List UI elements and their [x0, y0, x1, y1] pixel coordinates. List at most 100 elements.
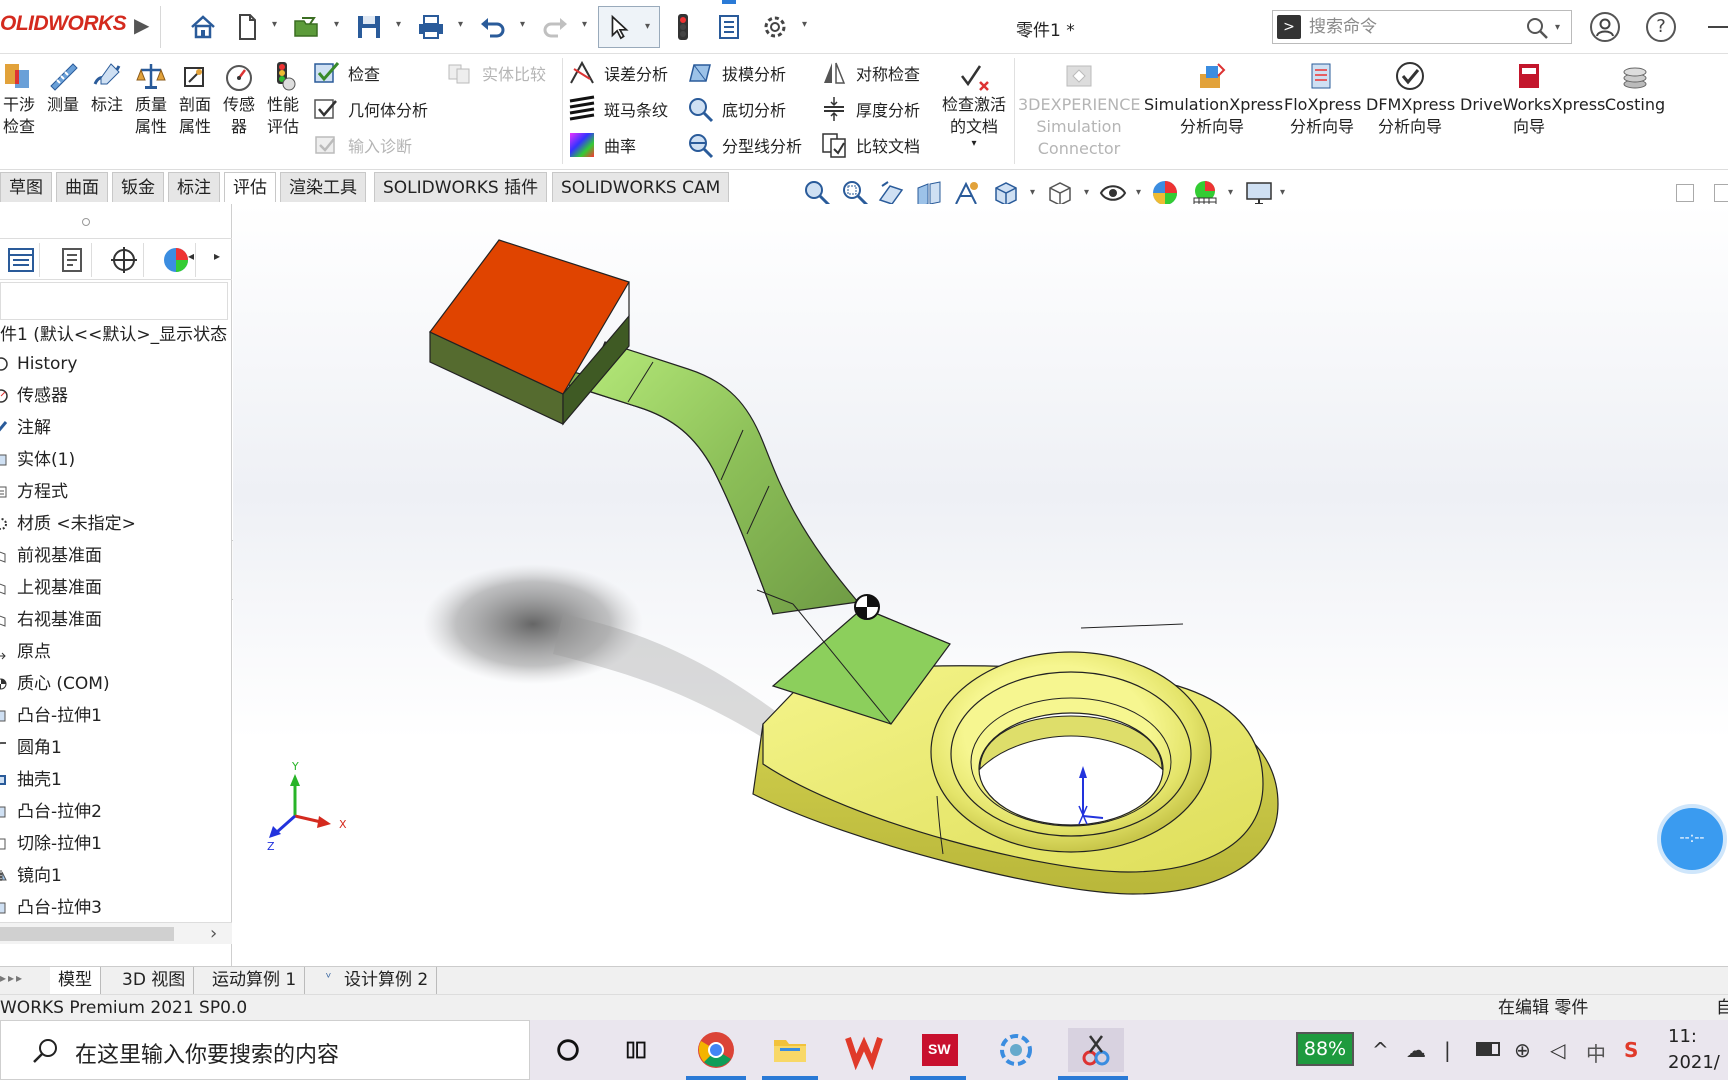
tab-scroll-right-icon[interactable]: ▸	[214, 249, 220, 263]
undercut-analysis-button[interactable]: 底切分析	[686, 94, 786, 124]
task-view-icon[interactable]	[616, 1028, 660, 1072]
battery-icon[interactable]	[1476, 1042, 1500, 1056]
options-dropdown-icon[interactable]: ▾	[802, 20, 812, 30]
ime-language-indicator[interactable]: 中	[1586, 1038, 1606, 1067]
file-properties-icon[interactable]	[712, 10, 746, 44]
panel-grip-icon[interactable]	[82, 218, 90, 226]
measure-button[interactable]: 测量	[44, 60, 82, 116]
tab-solidworks-addins[interactable]: SOLIDWORKS 插件	[374, 172, 548, 202]
section-properties-button[interactable]: 剖面 属性	[176, 60, 214, 138]
spiral-app-icon[interactable]	[994, 1028, 1038, 1072]
menu-expand-arrow-icon[interactable]: ▶	[134, 13, 149, 37]
print-dropdown-icon[interactable]: ▾	[458, 20, 468, 30]
tab-render-tools[interactable]: 渲染工具	[280, 172, 366, 202]
restore-panel-icon[interactable]	[1676, 184, 1694, 202]
tab-motion-study-1[interactable]: 运动算例 1	[204, 967, 306, 994]
tab-design-study-2[interactable]: 设计算例 2	[336, 967, 438, 994]
minimize-icon[interactable]	[1708, 26, 1728, 28]
save-dropdown-icon[interactable]: ▾	[396, 20, 406, 30]
open-dropdown-icon[interactable]: ▾	[334, 20, 344, 30]
tree-root-part[interactable]: 件1 (默认<<默认>_显示状态	[0, 320, 227, 345]
rebuild-traffic-light-icon[interactable]	[666, 10, 700, 44]
cortana-circle-icon[interactable]	[546, 1028, 590, 1072]
undo-icon[interactable]	[476, 10, 510, 44]
curvature-button[interactable]: 曲率	[568, 130, 636, 160]
tree-filter-input[interactable]	[0, 282, 228, 320]
tab-scroll-left-icon[interactable]: ◂	[188, 249, 194, 263]
import-diagnostics-button[interactable]: 输入诊断	[312, 130, 412, 160]
property-manager-tab-icon[interactable]	[52, 243, 92, 277]
check-button[interactable]: 检查	[312, 58, 380, 88]
thickness-analysis-button[interactable]: 厚度分析	[820, 94, 920, 124]
user-account-icon[interactable]	[1590, 12, 1620, 42]
display-style-dropdown-icon[interactable]: ▾	[1084, 188, 1094, 198]
part-model-render[interactable]: Y X Z	[233, 204, 1728, 968]
sogou-input-icon[interactable]: S	[1624, 1038, 1638, 1062]
tab-model[interactable]: 模型	[50, 967, 101, 994]
home-icon[interactable]	[186, 10, 220, 44]
save-icon[interactable]	[352, 10, 386, 44]
costing-button[interactable]: Costing	[1602, 60, 1668, 116]
sensor-button[interactable]: 传感 器	[220, 60, 258, 138]
print-icon[interactable]	[414, 10, 448, 44]
mass-properties-button[interactable]: 质量 属性	[132, 60, 170, 138]
hide-show-dropdown-icon[interactable]: ▾	[1136, 188, 1146, 198]
draft-analysis-button[interactable]: 拔模分析	[686, 58, 786, 88]
scrollbar-thumb[interactable]	[0, 927, 174, 941]
apply-scene-dropdown-icon[interactable]: ▾	[1228, 188, 1238, 198]
deviation-analysis-button[interactable]: 误差分析	[568, 58, 668, 88]
compare-solid-button[interactable]: 实体比较	[446, 58, 546, 88]
feature-manager-tab-icon[interactable]	[0, 243, 40, 277]
file-explorer-icon[interactable]	[768, 1028, 812, 1072]
interference-check-button[interactable]: 干涉 检查	[0, 60, 38, 138]
show-hidden-icons-chevron-icon[interactable]: ^	[1372, 1038, 1389, 1062]
volume-speaker-icon[interactable]: ◁	[1550, 1038, 1565, 1062]
search-icon[interactable]	[1525, 16, 1549, 40]
tab-sketch[interactable]: 草图	[0, 172, 52, 202]
driveworksxpress-button[interactable]: DriveWorksXpress 向导	[1460, 60, 1605, 138]
floating-help-bubble[interactable]: --:--	[1657, 804, 1727, 874]
command-search-box[interactable]: > ▾	[1272, 10, 1572, 44]
markup-button[interactable]: 标注	[88, 60, 126, 116]
dfmxpress-button[interactable]: DFMXpress 分析向导	[1366, 60, 1455, 138]
wps-office-icon[interactable]	[842, 1028, 886, 1072]
app-logo[interactable]: OLIDWORKS	[0, 12, 127, 36]
zebra-stripes-button[interactable]: 斑马条纹	[568, 94, 668, 124]
redo-icon[interactable]	[538, 10, 572, 44]
options-gear-icon[interactable]	[758, 10, 792, 44]
search-input[interactable]	[1309, 15, 1519, 39]
symmetry-check-button[interactable]: 对称检查	[820, 58, 920, 88]
help-icon[interactable]: ?	[1646, 12, 1676, 42]
tab-markup[interactable]: 标注	[168, 172, 220, 202]
3dexperience-simulation-connector-button[interactable]: 3DEXPERIENCE Simulation Connector	[1018, 60, 1141, 160]
solidworks-2021-icon[interactable]: SW	[918, 1028, 962, 1072]
geometry-analysis-button[interactable]: 几何体分析	[312, 94, 428, 124]
tab-nav-arrows-icon[interactable]: ▸▸▸	[0, 971, 44, 991]
redo-dropdown-icon[interactable]: ▾	[582, 20, 592, 30]
view-settings-dropdown-icon[interactable]: ▾	[1280, 188, 1290, 198]
tab-sheet-metal[interactable]: 钣金	[112, 172, 164, 202]
taskbar-search-box[interactable]: 在这里输入你要搜索的内容	[0, 1020, 530, 1080]
parting-line-analysis-button[interactable]: 分型线分析	[686, 130, 802, 160]
new-document-icon[interactable]	[230, 10, 264, 44]
check-active-document-button[interactable]: 检查激活 的文档 ▾	[938, 60, 1010, 150]
compare-documents-button[interactable]: 比较文档	[820, 130, 920, 160]
microphone-icon[interactable]: |	[1444, 1038, 1451, 1062]
search-dropdown-icon[interactable]: ▾	[1555, 22, 1560, 33]
tab-evaluate[interactable]: 评估	[224, 172, 276, 202]
scroll-right-icon[interactable]: ›	[210, 923, 217, 944]
configuration-manager-tab-icon[interactable]	[104, 243, 144, 277]
simulationxpress-button[interactable]: SimulationXpress 分析向导	[1144, 60, 1283, 138]
taskbar-clock[interactable]: 11: 2021/	[1668, 1024, 1720, 1076]
onedrive-cloud-icon[interactable]: ☁	[1406, 1038, 1426, 1062]
open-folder-icon[interactable]	[290, 10, 324, 44]
tab-solidworks-cam[interactable]: SOLIDWORKS CAM	[552, 172, 730, 202]
tab-3d-view[interactable]: 3D 视图	[114, 967, 195, 994]
view-orientation-dropdown-icon[interactable]: ▾	[1030, 188, 1040, 198]
check-active-doc-dropdown-icon[interactable]: ▾	[938, 138, 1010, 150]
tree-horizontal-scrollbar[interactable]: ›	[0, 922, 232, 944]
tab-surfaces[interactable]: 曲面	[56, 172, 108, 202]
chrome-browser-icon[interactable]	[694, 1028, 738, 1072]
performance-evaluation-button[interactable]: 性能 评估	[264, 60, 302, 138]
network-globe-icon[interactable]: ⊕	[1514, 1038, 1531, 1062]
